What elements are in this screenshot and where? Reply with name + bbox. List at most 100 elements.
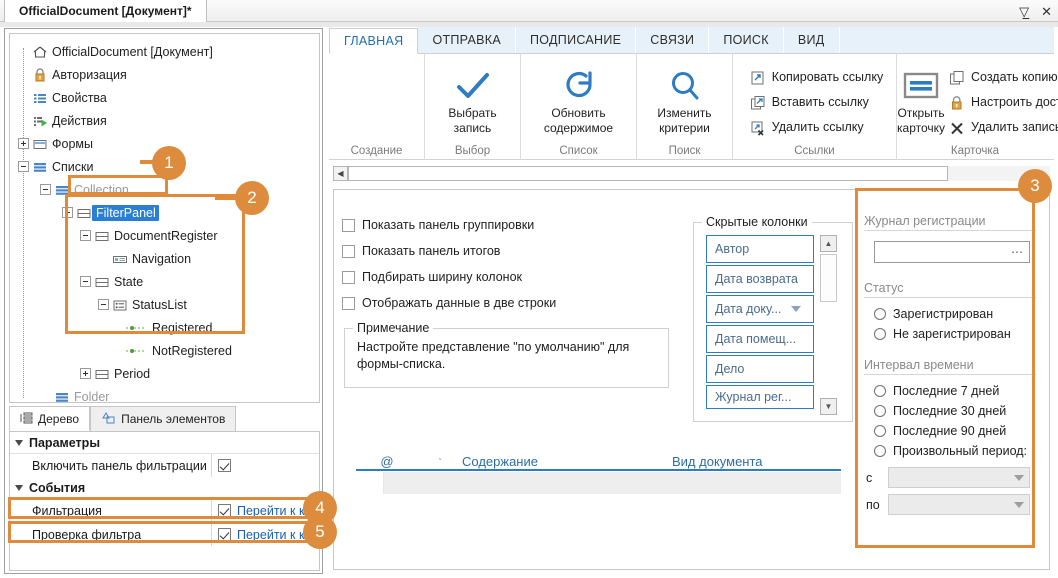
grid-row-selector[interactable] bbox=[356, 472, 384, 494]
tree-node-registered[interactable]: Registered bbox=[10, 316, 319, 339]
expander-plus-icon[interactable] bbox=[80, 368, 91, 379]
scroll-up-icon[interactable]: ▲ bbox=[820, 235, 837, 252]
tree-node-navigation[interactable]: Navigation bbox=[10, 247, 319, 270]
property-row-enable-filter-panel[interactable]: Включить панель фильтрации bbox=[10, 453, 319, 477]
radio-last-90-days[interactable] bbox=[874, 425, 886, 437]
ribbon-tab-view[interactable]: ВИД bbox=[784, 27, 840, 53]
tree-node-state[interactable]: State bbox=[10, 270, 319, 293]
chevron-down-icon[interactable] bbox=[1014, 475, 1024, 481]
date-to-combo[interactable] bbox=[888, 494, 1030, 515]
delete-link-button[interactable]: Удалить ссылку bbox=[746, 114, 883, 139]
radio-not-registered[interactable] bbox=[874, 328, 886, 340]
scrollbar-track[interactable] bbox=[348, 166, 948, 181]
expander-minus-icon[interactable] bbox=[18, 161, 29, 172]
ribbon-tab-main[interactable]: ГЛАВНАЯ bbox=[329, 28, 418, 54]
scroll-left-icon[interactable]: ◀ bbox=[333, 166, 348, 181]
checkbox-row-two-line-data[interactable]: Отображать данные в две строки bbox=[342, 290, 672, 316]
checkbox-fit-column-width[interactable] bbox=[342, 271, 355, 284]
copy-link-button[interactable]: Копировать ссылку bbox=[746, 64, 883, 89]
property-row-filter-check[interactable]: Проверка фильтра Перейти к коду bbox=[10, 522, 319, 546]
checkbox-show-totals-panel[interactable] bbox=[342, 245, 355, 258]
grid-column-doctype[interactable]: Вид документа bbox=[672, 454, 832, 469]
open-card-button[interactable]: Открыть карточку bbox=[897, 60, 945, 136]
checkbox-enable-filter-panel[interactable] bbox=[218, 459, 231, 472]
configure-access-button[interactable]: Настроить доступ bbox=[945, 89, 1058, 114]
tree-view[interactable]: OfficialDocument [Документ] Авторизация bbox=[9, 33, 320, 403]
ribbon-tab-links[interactable]: СВЯЗИ bbox=[636, 27, 709, 53]
checkbox-filtering[interactable] bbox=[218, 504, 231, 517]
radio-last-30-days[interactable] bbox=[874, 405, 886, 417]
paste-link-button[interactable]: Вставить ссылку bbox=[746, 89, 883, 114]
journal-input[interactable]: ⋯ bbox=[874, 241, 1030, 263]
hidden-columns-list[interactable]: Автор Дата возврата Дата доку... Дата по… bbox=[706, 235, 814, 411]
checkbox-row-show-totals-panel[interactable]: Показать панель итогов bbox=[342, 238, 672, 264]
property-group-parameters[interactable]: Параметры bbox=[10, 432, 319, 453]
radio-row-registered[interactable]: Зарегистрирован bbox=[874, 304, 1036, 324]
tree-node-documentregister[interactable]: DocumentRegister bbox=[10, 224, 319, 247]
hidden-column-item[interactable]: Дата возврата bbox=[706, 265, 814, 293]
radio-row-last-90-days[interactable]: Последние 90 дней bbox=[874, 421, 1036, 441]
expander-minus-icon[interactable] bbox=[80, 276, 91, 287]
tree-node-collection[interactable]: Collection bbox=[10, 178, 319, 201]
refresh-content-button[interactable]: Обновить содержимое bbox=[536, 60, 622, 136]
tree-node-period[interactable]: Period bbox=[10, 362, 319, 385]
ribbon-tab-send[interactable]: ОТПРАВКА bbox=[418, 27, 516, 53]
property-row-filtering[interactable]: Фильтрация Перейти к коду bbox=[10, 498, 319, 522]
chevron-down-icon[interactable] bbox=[1014, 502, 1024, 508]
grid-column-at[interactable]: @ bbox=[356, 454, 418, 469]
tree-node-notregistered[interactable]: NotRegistered bbox=[10, 339, 319, 362]
collapse-icon[interactable]: ▽̲ bbox=[1019, 5, 1029, 18]
hidden-column-item[interactable]: Дело bbox=[706, 355, 814, 383]
scroll-down-icon[interactable]: ▼ bbox=[820, 398, 837, 415]
ribbon-horizontal-scrollbar[interactable]: ◀ bbox=[333, 165, 1050, 181]
expander-minus-icon[interactable] bbox=[80, 230, 91, 241]
checkbox-two-line-data[interactable] bbox=[342, 297, 355, 310]
property-group-events[interactable]: События bbox=[10, 477, 319, 498]
tree-node-folder[interactable]: Folder bbox=[10, 385, 319, 403]
chevron-down-icon[interactable] bbox=[791, 306, 801, 312]
tree-node-statuslist[interactable]: StatusList bbox=[10, 293, 319, 316]
property-value[interactable] bbox=[211, 454, 319, 477]
hidden-column-item[interactable]: Дата помещ... bbox=[706, 325, 814, 353]
hidden-columns-scrollbar[interactable]: ▲ bbox=[820, 235, 837, 302]
tree-node-authorization[interactable]: Авторизация bbox=[10, 63, 319, 86]
radio-last-7-days[interactable] bbox=[874, 385, 886, 397]
grid-column-mark[interactable]: ` bbox=[418, 458, 462, 469]
create-copy-button[interactable]: Создать копию bbox=[945, 64, 1058, 89]
change-criteria-button[interactable]: Изменить критерии bbox=[642, 60, 728, 136]
document-tab[interactable]: OfficialDocument [Документ]* bbox=[4, 0, 207, 22]
radio-row-last-7-days[interactable]: Последние 7 дней bbox=[874, 381, 1036, 401]
tree-node-properties[interactable]: Свойства bbox=[10, 86, 319, 109]
radio-row-last-30-days[interactable]: Последние 30 дней bbox=[874, 401, 1036, 421]
grid-row-empty[interactable] bbox=[356, 472, 841, 494]
radio-registered[interactable] bbox=[874, 308, 886, 320]
checkbox-filter-check[interactable] bbox=[218, 528, 231, 541]
tab-tree[interactable]: Дерево bbox=[9, 406, 90, 431]
hidden-columns-scroll-down[interactable]: ▼ bbox=[820, 398, 837, 415]
expander-minus-icon[interactable] bbox=[98, 299, 109, 310]
tree-node-officialdocument[interactable]: OfficialDocument [Документ] bbox=[10, 40, 319, 63]
expander-minus-icon[interactable] bbox=[62, 207, 73, 218]
grid-column-content[interactable]: Содержание bbox=[462, 454, 672, 469]
tree-node-filterpanel[interactable]: FilterPanel bbox=[10, 201, 319, 224]
radio-row-custom-period[interactable]: Произвольный период: bbox=[874, 441, 1036, 461]
select-record-button[interactable]: Выбрать запись bbox=[430, 60, 516, 136]
radio-row-not-registered[interactable]: Не зарегистрирован bbox=[874, 324, 1036, 344]
date-from-combo[interactable] bbox=[888, 467, 1030, 488]
ribbon-tab-signing[interactable]: ПОДПИСАНИЕ bbox=[516, 27, 636, 53]
checkbox-row-fit-column-width[interactable]: Подбирать ширину колонок bbox=[342, 264, 672, 290]
ellipsis-icon[interactable]: ⋯ bbox=[1011, 245, 1023, 259]
scrollbar-thumb[interactable] bbox=[820, 254, 837, 302]
hidden-column-item[interactable]: Журнал рег... bbox=[706, 385, 814, 409]
radio-custom-period[interactable] bbox=[874, 445, 886, 457]
close-icon[interactable]: ✕ bbox=[1041, 5, 1052, 18]
hidden-column-item[interactable]: Автор bbox=[706, 235, 814, 263]
tab-toolbox[interactable]: Панель элементов bbox=[90, 406, 236, 431]
delete-record-button[interactable]: Удалить запись bbox=[945, 114, 1058, 139]
grid-row-cells[interactable] bbox=[384, 472, 841, 494]
expander-minus-icon[interactable] bbox=[40, 184, 51, 195]
expander-plus-icon[interactable] bbox=[18, 138, 29, 149]
checkbox-show-grouping-panel[interactable] bbox=[342, 219, 355, 232]
checkbox-row-show-grouping-panel[interactable]: Показать панель группировки bbox=[342, 212, 672, 238]
hidden-column-item[interactable]: Дата доку... bbox=[706, 295, 814, 323]
